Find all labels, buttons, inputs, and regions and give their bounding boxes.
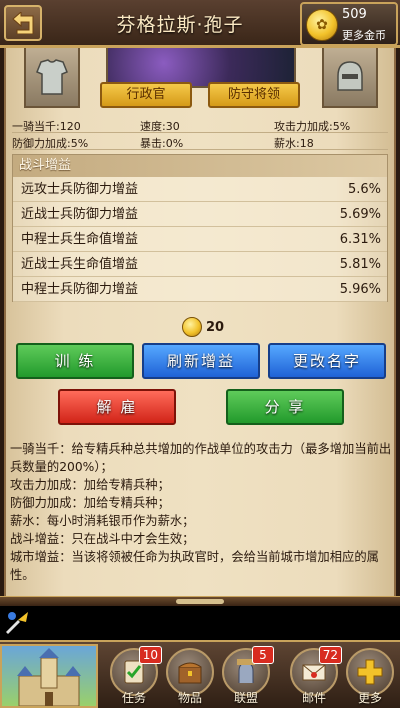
- description-line: 一骑当千：给专精兵种总共增加的作战单位的攻击力（最多增加当前出兵数量的200%）…: [10, 442, 392, 474]
- mail-badge: 72: [318, 646, 342, 664]
- battle-bonus-table: 战斗增益 远攻士兵防御力增益 5.6% 近战士兵防御力增益 5.69% 中程士兵…: [12, 154, 388, 302]
- portrait-strip: 行政官 防守将领: [6, 48, 394, 114]
- armor-slot-right[interactable]: [322, 48, 378, 108]
- stat-crit: 暴击:0%: [140, 137, 184, 150]
- chat-bar[interactable]: [0, 606, 400, 640]
- bonus-label: 远攻士兵防御力增益: [21, 182, 139, 197]
- bonus-value: 6.31%: [339, 232, 381, 247]
- castle-icon: [17, 648, 81, 706]
- bonus-row: 远攻士兵防御力增益 5.6%: [13, 177, 387, 202]
- panel-divider: [0, 596, 400, 606]
- armor-slot-left[interactable]: [24, 48, 80, 108]
- dismiss-button[interactable]: 解 雇: [58, 389, 176, 425]
- nav-label: 联盟: [233, 691, 258, 705]
- admin-role-button[interactable]: 行政官: [100, 82, 192, 108]
- chat-sword-icon: [6, 612, 28, 634]
- quest-badge: 10: [138, 646, 162, 664]
- hero-name-title: 芬格拉斯·孢子: [116, 14, 244, 36]
- bonus-row: 近战士兵防御力增益 5.69%: [13, 202, 387, 227]
- city-button[interactable]: [0, 644, 98, 708]
- stat-speed: 速度:30: [140, 120, 180, 133]
- nav-label: 邮件: [301, 691, 326, 705]
- nav-mail[interactable]: 72 邮件: [286, 644, 342, 708]
- train-button[interactable]: 训 练: [16, 343, 134, 379]
- stat-attack-bonus: 攻击力加成:5%: [274, 120, 351, 133]
- share-button[interactable]: 分 享: [226, 389, 344, 425]
- bonus-label: 近战士兵生命值增益: [21, 257, 139, 272]
- nav-items[interactable]: 物品: [162, 644, 218, 708]
- nav-more[interactable]: 更多: [342, 644, 398, 708]
- nav-label: 更多: [357, 691, 382, 705]
- description-line: 攻击力加成：加给专精兵种；: [10, 478, 170, 492]
- bonus-value: 5.69%: [339, 207, 381, 222]
- stat-defense-bonus: 防御力加成:5%: [12, 137, 89, 150]
- gold-amount: 509: [342, 7, 367, 22]
- armor-icon: [36, 59, 68, 95]
- more-gold-button[interactable]: ✿ 509 更多金币: [300, 2, 398, 46]
- nav-label: 任务: [121, 691, 146, 705]
- guard-role-button[interactable]: 防守将领: [208, 82, 300, 108]
- alliance-badge: 5: [252, 646, 274, 664]
- more-icon: [357, 659, 383, 685]
- gold-coin-icon: ✿: [306, 9, 338, 41]
- helmet-icon: [337, 61, 363, 91]
- nav-quest[interactable]: 10 任务: [106, 644, 162, 708]
- nav-label: 物品: [177, 691, 202, 705]
- cost-amount: 20: [206, 319, 225, 335]
- bonus-row: 中程士兵生命值增益 6.31%: [13, 227, 387, 252]
- refresh-bonus-button[interactable]: 刷新增益: [142, 343, 260, 379]
- gold-coin-icon: [182, 317, 202, 337]
- drag-handle[interactable]: [176, 599, 224, 604]
- bonus-label: 中程士兵防御力增益: [21, 282, 139, 297]
- stat-one-vs-thousand: 一骑当千:120: [12, 120, 81, 133]
- stats-row: 一骑当千:120 速度:30 攻击力加成:5%: [12, 116, 388, 133]
- refresh-cost: 20: [182, 316, 224, 338]
- stat-salary: 薪水:18: [274, 137, 314, 150]
- description-line: 防御力加成：加给专精兵种；: [10, 496, 170, 510]
- back-arrow-icon: [12, 12, 34, 34]
- bonus-value: 5.6%: [347, 182, 381, 197]
- bonus-label: 中程士兵生命值增益: [21, 232, 139, 247]
- description-line: 薪水：每小时消耗银币作为薪水；: [10, 514, 195, 528]
- description-line: 城市增益：当该将领被任命为执政官时，会给当前城市增加相应的属性。: [10, 550, 379, 582]
- bonus-value: 5.81%: [339, 257, 381, 272]
- stats-row: 防御力加成:5% 暴击:0% 薪水:18: [12, 133, 388, 150]
- bonus-label: 近战士兵防御力增益: [21, 207, 139, 222]
- bonus-row: 近战士兵生命值增益 5.81%: [13, 252, 387, 277]
- hero-detail-panel: 行政官 防守将领 一骑当千:120 速度:30 攻击力加成:5% 防御力加成:5…: [4, 48, 396, 596]
- hero-stats: 一骑当千:120 速度:30 攻击力加成:5% 防御力加成:5% 暴击:0% 薪…: [12, 116, 388, 150]
- top-bar: 芬格拉斯·孢子 ✿ 509 更多金币: [0, 0, 400, 48]
- stat-description: 一骑当千：给专精兵种总共增加的作战单位的攻击力（最多增加当前出兵数量的200%）…: [10, 440, 392, 584]
- bonus-row: 中程士兵防御力增益 5.96%: [13, 277, 387, 302]
- bonus-value: 5.96%: [339, 282, 381, 297]
- nav-alliance[interactable]: 5 联盟: [218, 644, 274, 708]
- rename-button[interactable]: 更改名字: [268, 343, 386, 379]
- battle-bonus-header: 战斗增益: [13, 155, 387, 177]
- more-gold-label: 更多金币: [342, 29, 386, 42]
- bottom-nav: 10 任务 物品 5 联盟 72 邮件 更多: [0, 640, 400, 708]
- back-button[interactable]: [4, 5, 42, 41]
- chest-icon: [178, 662, 202, 684]
- description-line: 战斗增益：只在战斗中才会生效；: [10, 532, 195, 546]
